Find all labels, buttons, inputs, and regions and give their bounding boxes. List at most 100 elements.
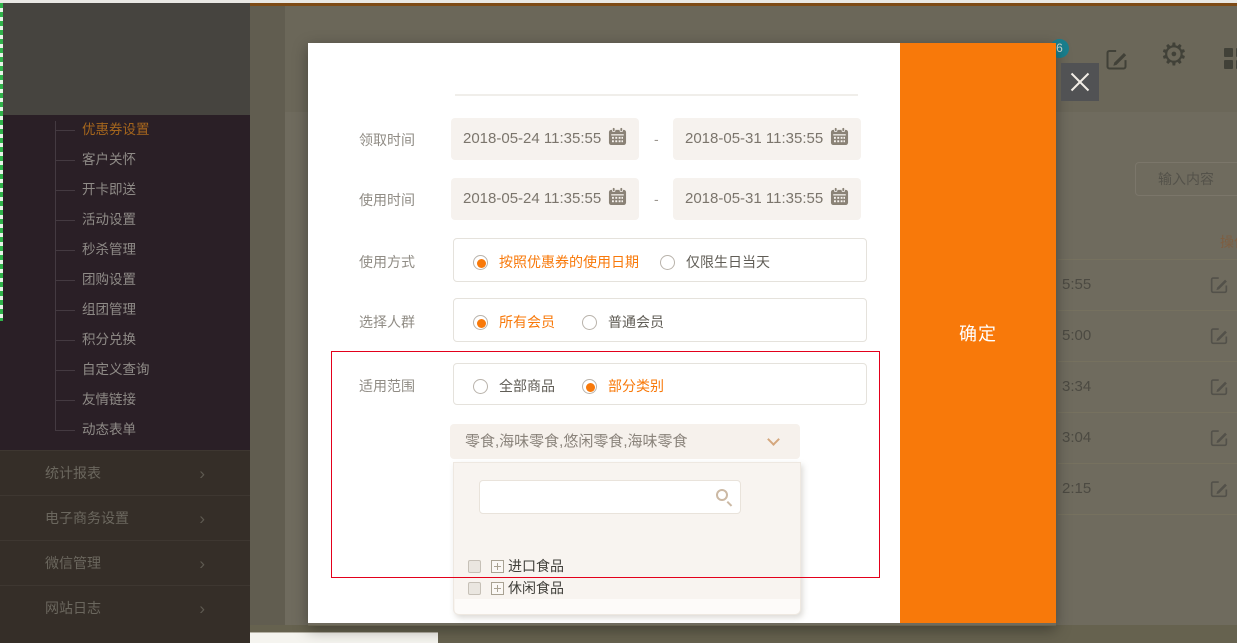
scope-group: 全部商品 部分类别 (453, 363, 867, 405)
sidebar-section-ecommerce-settings[interactable]: 电子商务设置 › (0, 495, 250, 540)
sidebar-item-group-buy[interactable]: 团购设置 (0, 265, 250, 295)
use-mode-group: 按照优惠券的使用日期 仅限生日当天 (453, 238, 867, 282)
tree-item-imported-food[interactable]: 进口食品 (468, 555, 564, 577)
table-action-header: 操作 (1220, 234, 1237, 250)
category-select[interactable]: 零食,海味零食,悠闲零食,海味零食 (450, 424, 800, 459)
panel-clip (455, 599, 800, 614)
table-row-divider (1058, 412, 1237, 413)
radio-unselected-icon (660, 254, 675, 270)
app-window: 优惠券设置 客户关怀 开卡即送 活动设置 秒杀管理 团购设置 组团管理 积分兑换… (0, 0, 1237, 643)
radio-audience-all-members[interactable]: 所有会员 (473, 312, 555, 332)
edit-row-icon[interactable] (1208, 376, 1230, 398)
radio-selected-icon (473, 314, 488, 330)
calendar-icon (608, 187, 627, 206)
radio-selected-icon (473, 254, 488, 270)
use-time-end-input[interactable]: 2018-05-31 11:35:55 (673, 178, 861, 220)
field-label-scope: 适用范围 (359, 378, 415, 394)
edit-row-icon[interactable] (1208, 478, 1230, 500)
audience-group: 所有会员 普通会员 (453, 298, 867, 342)
selection-marker (0, 3, 3, 321)
date-range-separator: - (654, 191, 659, 207)
sidebar-item-coupon-settings[interactable]: 优惠券设置 (0, 115, 250, 145)
table-cell-time: 5:00 (1062, 327, 1092, 344)
table-row-divider (1058, 259, 1237, 260)
sidebar-item-group-manage[interactable]: 组团管理 (0, 295, 250, 325)
sidebar-top-block (0, 3, 250, 115)
search-icon (716, 489, 728, 501)
category-search-input[interactable] (479, 480, 741, 514)
radio-use-mode-birthday-only[interactable]: 仅限生日当天 (660, 252, 770, 272)
footer-box (250, 632, 438, 643)
expand-plus-icon[interactable] (491, 581, 504, 595)
sidebar-section-statistics[interactable]: 统计报表 › (0, 450, 250, 495)
expand-plus-icon[interactable] (491, 559, 504, 573)
radio-scope-all-products[interactable]: 全部商品 (473, 376, 555, 396)
use-time-start-input[interactable]: 2018-05-24 11:35:55 (451, 178, 639, 220)
checkbox-icon[interactable] (468, 581, 481, 595)
field-label-receive-time: 领取时间 (359, 132, 415, 148)
edit-row-icon[interactable] (1208, 274, 1230, 296)
edit-icon[interactable] (1103, 46, 1130, 73)
sidebar-section-wechat[interactable]: 微信管理 › (0, 540, 250, 585)
section-label: 电子商务设置 (45, 510, 129, 526)
table-cell-time: 3:04 (1062, 429, 1092, 446)
receive-time-end-input[interactable]: 2018-05-31 11:35:55 (673, 118, 861, 160)
tree-item-leisure-food[interactable]: 休闲食品 (468, 577, 564, 599)
table-cell-time: 2:15 (1062, 480, 1092, 497)
table-row-divider (1058, 514, 1237, 515)
sidebar-section-site-logs[interactable]: 网站日志 › (0, 585, 250, 630)
table-row-divider (1058, 310, 1237, 311)
table-cell-time: 3:34 (1062, 378, 1092, 395)
radio-audience-regular-members[interactable]: 普通会员 (582, 312, 664, 332)
sidebar-item-points-exchange[interactable]: 积分兑换 (0, 325, 250, 355)
checkbox-icon[interactable] (468, 559, 481, 573)
sidebar-item-flash-sale[interactable]: 秒杀管理 (0, 235, 250, 265)
coupon-modal: 领取时间 2018-05-24 11:35:55 - 2018-05-31 11… (308, 43, 900, 623)
sidebar-item-card-gift[interactable]: 开卡即送 (0, 175, 250, 205)
chevron-right-icon: › (199, 509, 205, 528)
section-label: 微信管理 (45, 555, 101, 571)
header-accent-line (250, 3, 1237, 6)
table-row-divider (1058, 361, 1237, 362)
sidebar: 优惠券设置 客户关怀 开卡即送 活动设置 秒杀管理 团购设置 组团管理 积分兑换… (0, 3, 250, 643)
scrolled-field-divider (455, 94, 858, 96)
category-dropdown-panel: 进口食品 休闲食品 精选干货 (453, 462, 801, 615)
calendar-icon (830, 127, 849, 146)
search-input[interactable]: 输入内容 (1135, 162, 1237, 196)
calendar-icon (608, 127, 627, 146)
sidebar-item-friend-links[interactable]: 友情链接 (0, 385, 250, 415)
grid-menu-icon[interactable] (1224, 48, 1237, 69)
gear-icon[interactable]: ⚙ (1160, 38, 1188, 72)
sidebar-bottom (0, 630, 250, 643)
radio-use-mode-coupon-date[interactable]: 按照优惠券的使用日期 (473, 252, 639, 272)
field-label-use-mode: 使用方式 (359, 254, 415, 270)
radio-scope-partial-categories[interactable]: 部分类别 (582, 376, 664, 396)
date-range-separator: - (654, 131, 659, 147)
chevron-right-icon: › (199, 554, 205, 573)
table-row-divider (1058, 463, 1237, 464)
chevron-right-icon: › (199, 464, 205, 483)
sidebar-item-customer-care[interactable]: 客户关怀 (0, 145, 250, 175)
section-label: 网站日志 (45, 600, 101, 616)
confirm-button[interactable]: 确定 (900, 43, 1056, 623)
chevron-right-icon: › (199, 599, 205, 618)
radio-unselected-icon (473, 378, 488, 394)
receive-time-start-input[interactable]: 2018-05-24 11:35:55 (451, 118, 639, 160)
close-button[interactable] (1061, 63, 1099, 101)
field-label-audience: 选择人群 (359, 314, 415, 330)
edit-row-icon[interactable] (1208, 325, 1230, 347)
radio-selected-icon (582, 378, 597, 394)
section-label: 统计报表 (45, 465, 101, 481)
sidebar-item-activity-settings[interactable]: 活动设置 (0, 205, 250, 235)
edit-row-icon[interactable] (1208, 427, 1230, 449)
table-cell-time: 5:55 (1062, 276, 1092, 293)
chevron-down-icon (767, 433, 780, 446)
sidebar-submenu: 优惠券设置 客户关怀 开卡即送 活动设置 秒杀管理 团购设置 组团管理 积分兑换… (0, 115, 250, 445)
content-gutter (250, 3, 285, 643)
radio-unselected-icon (582, 314, 597, 330)
sidebar-item-dynamic-form[interactable]: 动态表单 (0, 415, 250, 445)
field-label-use-time: 使用时间 (359, 192, 415, 208)
confirm-label: 确定 (959, 324, 997, 344)
calendar-icon (830, 187, 849, 206)
sidebar-item-custom-query[interactable]: 自定义查询 (0, 355, 250, 385)
